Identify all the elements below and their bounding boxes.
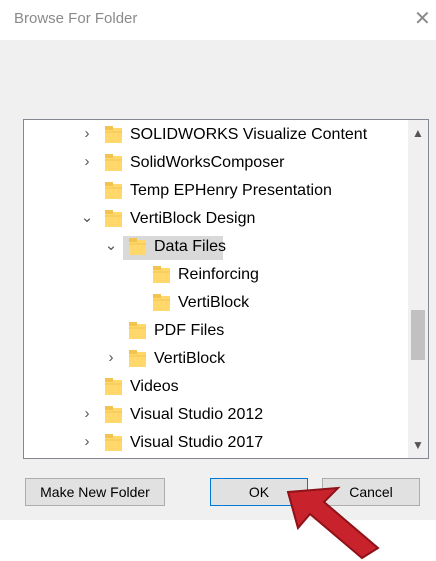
folder-icon [129, 350, 146, 367]
scroll-down-icon[interactable]: ▼ [408, 436, 428, 454]
tree-item[interactable]: Reinforcing [24, 262, 408, 288]
tree-item-label: VertiBlock Design [130, 210, 256, 227]
tree-rows: › SOLIDWORKS Visualize Content › SolidWorks… [24, 120, 408, 458]
tree-item[interactable]: ⌄ VertiBlock Design [24, 206, 408, 232]
tree-item-label: VertiBlock [154, 350, 226, 367]
browse-folder-dialog: Browse For Folder ✕ › SOLIDWORKS Visualiz… [0, 0, 436, 520]
folder-icon [129, 238, 146, 255]
vertical-scrollbar[interactable]: ▲ ▼ [408, 120, 428, 458]
tree-item[interactable]: › SolidWorksComposer [24, 150, 408, 176]
tree-item-label: Visual Studio 2017 [130, 434, 264, 451]
folder-icon [105, 182, 122, 199]
folder-icon [153, 294, 170, 311]
tree-item[interactable]: Videos [24, 374, 408, 400]
folder-icon [105, 210, 122, 227]
tree-item[interactable]: ⌄ Data Files [24, 234, 408, 260]
folder-icon [129, 322, 146, 339]
tree-item-label: Visual Studio 2012 [130, 406, 264, 423]
tree-item-label: SOLIDWORKS Visualize Content [130, 126, 368, 143]
folder-icon [105, 378, 122, 395]
tree-item-label: Temp EPHenry Presentation [130, 182, 332, 199]
tree-item[interactable]: › SOLIDWORKS Visualize Content [24, 122, 408, 148]
tree-item-label: Reinforcing [178, 266, 259, 283]
tree-item[interactable]: VertiBlock [24, 290, 408, 316]
tree-item[interactable]: › Visual Studio 2012 [24, 402, 408, 428]
close-icon[interactable]: ✕ [414, 6, 431, 31]
chevron-down-icon[interactable]: ⌄ [104, 237, 118, 255]
folder-icon [105, 126, 122, 143]
chevron-right-icon[interactable]: › [104, 349, 118, 367]
scroll-thumb[interactable] [411, 310, 425, 360]
chevron-right-icon[interactable]: › [80, 405, 94, 423]
folder-icon [153, 266, 170, 283]
chevron-right-icon[interactable]: › [80, 125, 94, 143]
pointer-arrow-icon [286, 486, 380, 560]
tree-item[interactable]: Temp EPHenry Presentation [24, 178, 408, 204]
tree-item-label: SolidWorksComposer [130, 154, 285, 171]
folder-icon [105, 154, 122, 171]
folder-tree[interactable]: › SOLIDWORKS Visualize Content › SolidWorks… [23, 119, 429, 459]
dialog-title: Browse For Folder [14, 10, 138, 27]
chevron-right-icon[interactable]: › [80, 153, 94, 171]
folder-icon [105, 434, 122, 451]
make-new-folder-button[interactable]: Make New Folder [25, 478, 165, 506]
tree-item-label: Videos [130, 378, 179, 395]
chevron-down-icon[interactable]: ⌄ [80, 209, 94, 227]
folder-icon [105, 406, 122, 423]
tree-item[interactable]: PDF Files [24, 318, 408, 344]
title-bar: Browse For Folder ✕ [0, 0, 436, 40]
dialog-description [24, 50, 414, 110]
tree-item-label: PDF Files [154, 322, 225, 339]
scroll-up-icon[interactable]: ▲ [408, 124, 428, 142]
tree-item[interactable]: › Visual Studio 2017 [24, 430, 408, 456]
tree-item[interactable]: › VertiBlock [24, 346, 408, 372]
tree-item-label: Data Files [154, 238, 227, 255]
chevron-right-icon[interactable]: › [80, 433, 94, 451]
tree-item-label: VertiBlock [178, 294, 250, 311]
